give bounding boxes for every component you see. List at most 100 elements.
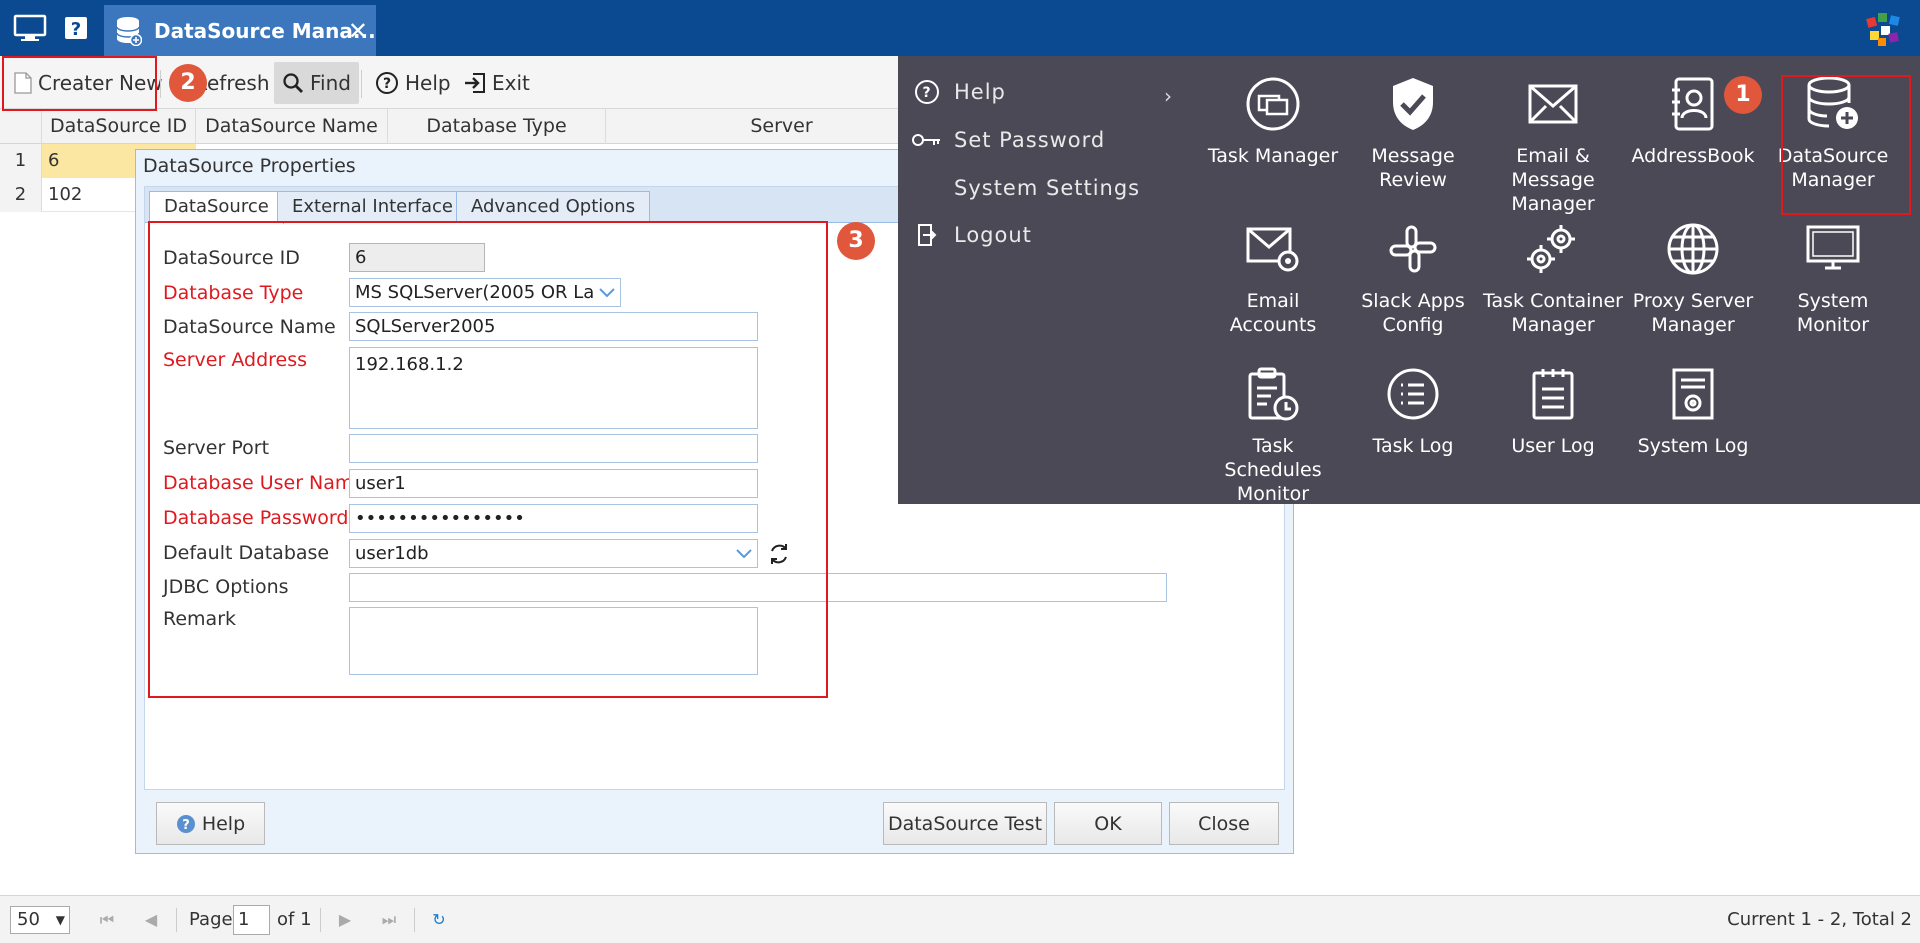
app-label-line: Monitor [1236, 483, 1310, 505]
app-label-line: Proxy Server [1632, 290, 1754, 312]
chevron-down-icon: ▼ [55, 913, 65, 927]
app-slack-apps-config[interactable]: Slack Apps Config [1343, 201, 1483, 336]
exit-button[interactable]: Exit [464, 62, 530, 104]
page-size-value: 50 [17, 909, 40, 930]
app-task-manager[interactable]: Task Manager [1203, 56, 1343, 176]
task-manager-icon [1245, 76, 1301, 132]
app-label-line: Manager [1511, 314, 1595, 336]
page-size-select[interactable]: 50 ▼ [10, 906, 70, 934]
app-message-review[interactable]: Message Review [1343, 56, 1483, 191]
envelope-icon [1525, 76, 1581, 132]
app-system-monitor[interactable]: System Monitor [1763, 201, 1903, 336]
menu-item-system-settings[interactable]: System Settings [912, 173, 1140, 203]
menu-item-set-password[interactable]: Set Password [912, 125, 1105, 155]
column-header-id[interactable]: DataSource ID [42, 109, 196, 144]
help-circle-icon: ? [912, 77, 942, 107]
app-label-line: AddressBook [1631, 145, 1755, 167]
key-icon [912, 125, 942, 155]
desktop-icon[interactable] [10, 9, 50, 47]
app-label-line: Manager [1651, 314, 1735, 336]
toolbar-divider [160, 70, 161, 98]
svg-text:?: ? [71, 19, 81, 40]
ok-button[interactable]: OK [1054, 802, 1162, 845]
last-page-icon[interactable]: ⏭ [378, 908, 400, 932]
pager-bar: 50 ▼ ⏮ ◀ Page 1 of 1 ▶ ⏭ ↻ Current 1 - 2,… [0, 895, 1920, 943]
addressbook-icon [1665, 76, 1721, 132]
help-button[interactable]: ? Help [375, 62, 451, 104]
tab-datasource-manager[interactable]: DataSource Mana... ✕ [104, 5, 376, 56]
document-gear-icon [1665, 366, 1721, 422]
app-label-line: User Log [1511, 435, 1595, 457]
step-badge-1: 1 [1724, 76, 1762, 114]
column-header-type[interactable]: Database Type [388, 109, 606, 144]
app-label-line: Config [1382, 314, 1444, 336]
menu-item-help-label: Help [954, 80, 1006, 104]
highlight-box-form [148, 221, 828, 698]
menu-item-help[interactable]: ? Help [912, 77, 1006, 107]
app-label: Slack Apps Config [1343, 289, 1483, 337]
close-button[interactable]: Close [1169, 802, 1279, 845]
app-label-line: Review [1379, 169, 1447, 191]
app-label: Task Log [1343, 434, 1483, 458]
globe-icon [1665, 221, 1721, 277]
row-number: 2 [0, 178, 42, 212]
email-settings-icon [1245, 221, 1301, 277]
app-system-log[interactable]: System Log [1623, 346, 1763, 466]
app-user-log[interactable]: User Log [1483, 346, 1623, 466]
logout-icon [912, 220, 942, 250]
app-label: System Monitor [1763, 289, 1903, 337]
app-task-schedules-monitor[interactable]: Task Schedules Monitor [1203, 346, 1343, 505]
tab-external-interface[interactable]: External Interface [277, 191, 468, 223]
app-addressbook[interactable]: AddressBook [1623, 56, 1763, 176]
first-page-icon[interactable]: ⏮ [96, 908, 118, 932]
app-label-line: Task Schedules [1224, 435, 1322, 481]
question-icon[interactable]: ? [56, 9, 96, 47]
app-label-line: Email & Message [1511, 145, 1595, 191]
step-badge-2: 2 [169, 64, 207, 102]
app-email-accounts[interactable]: Email Accounts [1203, 201, 1343, 336]
chevron-right-icon[interactable]: › [1164, 84, 1172, 108]
row-number-header [0, 109, 42, 144]
row-number: 1 [0, 144, 42, 178]
app-label: AddressBook [1623, 144, 1763, 168]
tab-close-icon[interactable]: ✕ [348, 17, 368, 45]
find-button[interactable]: Find [274, 62, 359, 104]
tab-advanced-options[interactable]: Advanced Options [456, 191, 651, 223]
app-proxy-server-manager[interactable]: Proxy Server Manager [1623, 201, 1763, 336]
svg-text:?: ? [922, 85, 931, 101]
app-label-line: Monitor [1796, 314, 1870, 336]
list-circle-icon [1385, 366, 1441, 422]
help-circle-icon: ? [376, 72, 398, 94]
top-bar: ? DataSource Mana... ✕ [0, 0, 1920, 56]
app-label-line: System [1797, 290, 1869, 312]
next-page-icon[interactable]: ▶ [334, 908, 356, 932]
toolbar-divider [361, 70, 362, 98]
refresh-icon[interactable]: ↻ [428, 908, 450, 932]
find-label: Find [310, 71, 351, 95]
notepad-icon [1525, 366, 1581, 422]
dialog-help-button[interactable]: ? Help [156, 802, 265, 845]
dialog-footer: ? Help DataSource Test OK Close [144, 790, 1285, 848]
monitor-icon [1805, 221, 1861, 277]
menu-item-logout[interactable]: Logout [912, 220, 1032, 250]
menu-item-set-password-label: Set Password [954, 128, 1106, 152]
pager-divider [176, 908, 177, 932]
gears-icon [1525, 221, 1581, 277]
pager-divider [414, 908, 415, 932]
app-task-log[interactable]: Task Log [1343, 346, 1483, 466]
exit-label: Exit [492, 71, 530, 95]
page-number-input[interactable]: 1 [233, 905, 270, 935]
exit-icon [465, 73, 485, 93]
dialog-help-label: Help [201, 812, 246, 835]
app-email-message-manager[interactable]: Email & Message Manager [1483, 56, 1623, 215]
app-logo-icon[interactable] [1864, 10, 1902, 48]
prev-page-icon[interactable]: ◀ [140, 908, 162, 932]
column-header-name[interactable]: DataSource Name [196, 109, 388, 144]
datasource-test-button[interactable]: DataSource Test [883, 802, 1047, 845]
search-icon [283, 73, 303, 93]
app-label-line: Slack Apps [1361, 290, 1465, 312]
tab-datasource[interactable]: DataSource [149, 191, 284, 224]
app-task-container-manager[interactable]: Task Container Manager [1483, 201, 1623, 336]
app-label: Task Schedules Monitor [1203, 434, 1343, 506]
app-label: Email Accounts [1203, 289, 1343, 337]
